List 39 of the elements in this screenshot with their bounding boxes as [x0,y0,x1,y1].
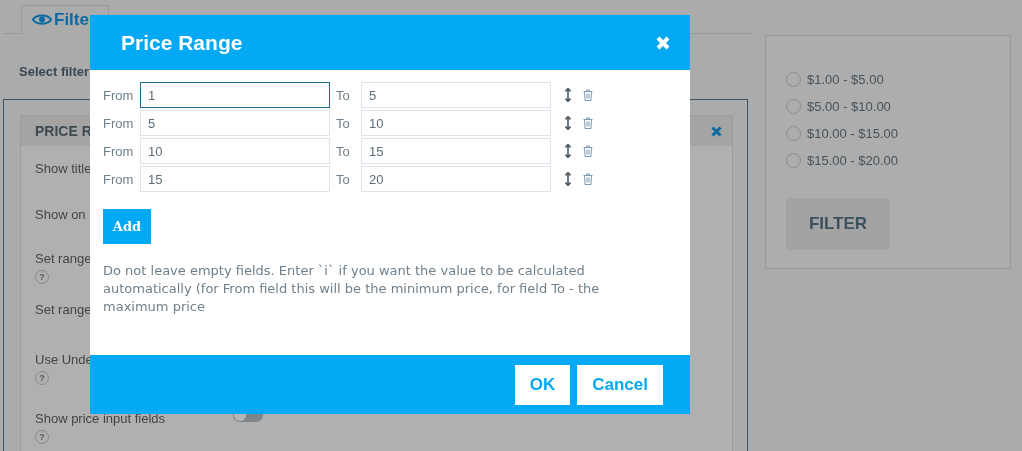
price-option-label: $10.00 - $15.00 [807,126,899,141]
setting-label: Set range [35,302,92,317]
help-text: Do not leave empty fields. Enter `i` if you want the value to be calculated automatically (for From field this will be the minimum price, for field To - the maximum price [103,262,601,316]
to-field[interactable]: 20 [361,166,551,192]
from-label: From [103,115,135,131]
up-down-arrow-icon[interactable] [565,88,571,102]
up-down-arrow-icon[interactable] [565,172,571,186]
price-option-label: $5.00 - $10.00 [807,99,891,114]
dialog-title: Price Range [121,30,243,55]
to-field[interactable]: 5 [361,82,551,108]
price-option-label: $1.00 - $5.00 [807,72,884,87]
trash-icon[interactable] [583,145,593,157]
select-filter-label: Select filter [19,64,91,79]
up-down-arrow-icon[interactable] [565,144,571,158]
to-label: To [335,143,351,159]
trash-icon[interactable] [583,117,593,129]
filter-button[interactable]: FILTER [786,198,890,250]
from-label: From [103,143,135,159]
to-field[interactable]: 10 [361,110,551,136]
from-field[interactable]: 15 [140,166,330,192]
to-label: To [335,87,351,103]
price-option-label: $15.00 - $20.00 [807,153,899,168]
from-field[interactable]: 1 [140,82,330,108]
to-label: To [335,171,351,187]
trash-icon[interactable] [583,89,593,101]
setting-label: Show on [35,207,86,222]
setting-label: Show title [35,161,92,176]
to-label: To [335,115,351,131]
eye-icon [32,13,52,26]
from-label: From [103,87,135,103]
trash-icon[interactable] [583,173,593,185]
from-field[interactable]: 10 [140,138,330,164]
setting-label: Show price input fields [35,411,166,426]
from-label: From [103,171,135,187]
from-field[interactable]: 5 [140,110,330,136]
up-down-arrow-icon[interactable] [565,116,571,130]
setting-label: Set range [35,251,92,266]
close-icon[interactable] [711,125,722,137]
to-field[interactable]: 15 [361,138,551,164]
